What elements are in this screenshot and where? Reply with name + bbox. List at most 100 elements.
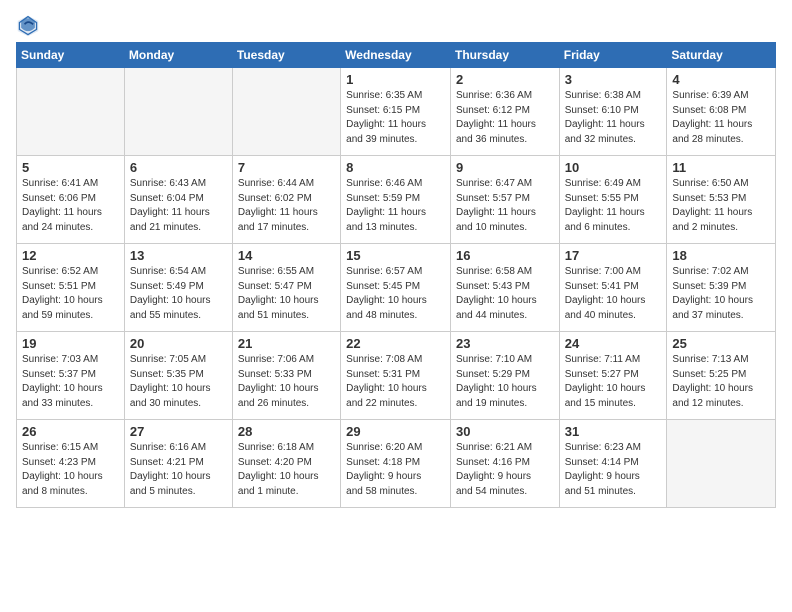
day-info: Sunrise: 6:43 AM Sunset: 6:04 PM Dayligh…	[130, 177, 227, 235]
calendar-cell: 25 Sunrise: 7:13 AM Sunset: 5:25 PM Dayli…	[667, 332, 776, 420]
day-info: Sunrise: 6:47 AM Sunset: 5:57 PM Dayligh…	[456, 177, 554, 235]
calendar-page: SundayMondayTuesdayWednesdayThursdayFrid…	[0, 0, 792, 518]
day-number: 3	[565, 72, 662, 87]
day-info: Sunrise: 7:10 AM Sunset: 5:29 PM Dayligh…	[456, 353, 554, 411]
day-number: 10	[565, 160, 662, 175]
day-number: 24	[565, 336, 662, 351]
day-number: 5	[22, 160, 119, 175]
day-info: Sunrise: 7:02 AM Sunset: 5:39 PM Dayligh…	[672, 265, 770, 323]
calendar-cell: 30 Sunrise: 6:21 AM Sunset: 4:16 PM Dayli…	[450, 420, 559, 508]
week-row-2: 12 Sunrise: 6:52 AM Sunset: 5:51 PM Dayli…	[17, 244, 776, 332]
day-info: Sunrise: 6:50 AM Sunset: 5:53 PM Dayligh…	[672, 177, 770, 235]
day-number: 23	[456, 336, 554, 351]
day-number: 27	[130, 424, 227, 439]
day-info: Sunrise: 6:39 AM Sunset: 6:08 PM Dayligh…	[672, 89, 770, 147]
calendar-cell: 17 Sunrise: 7:00 AM Sunset: 5:41 PM Dayli…	[559, 244, 667, 332]
week-row-1: 5 Sunrise: 6:41 AM Sunset: 6:06 PM Daylig…	[17, 156, 776, 244]
day-number: 19	[22, 336, 119, 351]
calendar-cell: 1 Sunrise: 6:35 AM Sunset: 6:15 PM Daylig…	[341, 68, 451, 156]
calendar-cell: 5 Sunrise: 6:41 AM Sunset: 6:06 PM Daylig…	[17, 156, 125, 244]
week-row-3: 19Sunrise: 7:03 AM Sunset: 5:37 PM Dayli…	[17, 332, 776, 420]
day-number: 14	[238, 248, 335, 263]
logo-icon	[16, 14, 40, 38]
calendar-cell: 31 Sunrise: 6:23 AM Sunset: 4:14 PM Dayli…	[559, 420, 667, 508]
day-number: 29	[346, 424, 445, 439]
calendar-cell	[17, 68, 125, 156]
weekday-header-wednesday: Wednesday	[341, 43, 451, 68]
calendar-cell	[232, 68, 340, 156]
day-info: Sunrise: 6:58 AM Sunset: 5:43 PM Dayligh…	[456, 265, 554, 323]
day-info: Sunrise: 6:57 AM Sunset: 5:45 PM Dayligh…	[346, 265, 445, 323]
calendar-cell: 8 Sunrise: 6:46 AM Sunset: 5:59 PM Daylig…	[341, 156, 451, 244]
week-row-4: 26Sunrise: 6:15 AM Sunset: 4:23 PM Dayli…	[17, 420, 776, 508]
day-number: 12	[22, 248, 119, 263]
day-info: Sunrise: 6:35 AM Sunset: 6:15 PM Dayligh…	[346, 89, 445, 147]
calendar-cell: 15 Sunrise: 6:57 AM Sunset: 5:45 PM Dayli…	[341, 244, 451, 332]
day-number: 22	[346, 336, 445, 351]
day-number: 1	[346, 72, 445, 87]
day-number: 30	[456, 424, 554, 439]
day-number: 18	[672, 248, 770, 263]
day-number: 7	[238, 160, 335, 175]
day-info: Sunrise: 6:54 AM Sunset: 5:49 PM Dayligh…	[130, 265, 227, 323]
day-info: Sunrise: 6:20 AM Sunset: 4:18 PM Dayligh…	[346, 441, 445, 499]
header	[16, 10, 776, 38]
day-info: Sunrise: 6:23 AM Sunset: 4:14 PM Dayligh…	[565, 441, 662, 499]
day-info: Sunrise: 7:06 AM Sunset: 5:33 PM Dayligh…	[238, 353, 335, 411]
calendar-cell: 29 Sunrise: 6:20 AM Sunset: 4:18 PM Dayli…	[341, 420, 451, 508]
day-info: Sunrise: 7:00 AM Sunset: 5:41 PM Dayligh…	[565, 265, 662, 323]
day-number: 31	[565, 424, 662, 439]
weekday-header-monday: Monday	[124, 43, 232, 68]
day-info: Sunrise: 6:38 AM Sunset: 6:10 PM Dayligh…	[565, 89, 662, 147]
calendar-table: SundayMondayTuesdayWednesdayThursdayFrid…	[16, 42, 776, 508]
week-row-0: 1 Sunrise: 6:35 AM Sunset: 6:15 PM Daylig…	[17, 68, 776, 156]
day-number: 9	[456, 160, 554, 175]
day-number: 2	[456, 72, 554, 87]
calendar-cell: 3 Sunrise: 6:38 AM Sunset: 6:10 PM Daylig…	[559, 68, 667, 156]
day-info: Sunrise: 6:41 AM Sunset: 6:06 PM Dayligh…	[22, 177, 119, 235]
calendar-cell	[667, 420, 776, 508]
day-info: Sunrise: 6:49 AM Sunset: 5:55 PM Dayligh…	[565, 177, 662, 235]
weekday-header-tuesday: Tuesday	[232, 43, 340, 68]
day-number: 21	[238, 336, 335, 351]
day-info: Sunrise: 7:13 AM Sunset: 5:25 PM Dayligh…	[672, 353, 770, 411]
day-number: 15	[346, 248, 445, 263]
calendar-cell: 27Sunrise: 6:16 AM Sunset: 4:21 PM Dayli…	[124, 420, 232, 508]
calendar-cell: 2 Sunrise: 6:36 AM Sunset: 6:12 PM Daylig…	[450, 68, 559, 156]
calendar-cell: 11 Sunrise: 6:50 AM Sunset: 5:53 PM Dayli…	[667, 156, 776, 244]
calendar-cell: 9 Sunrise: 6:47 AM Sunset: 5:57 PM Daylig…	[450, 156, 559, 244]
calendar-cell: 4 Sunrise: 6:39 AM Sunset: 6:08 PM Daylig…	[667, 68, 776, 156]
day-info: Sunrise: 6:52 AM Sunset: 5:51 PM Dayligh…	[22, 265, 119, 323]
calendar-cell: 14 Sunrise: 6:55 AM Sunset: 5:47 PM Dayli…	[232, 244, 340, 332]
day-info: Sunrise: 7:05 AM Sunset: 5:35 PM Dayligh…	[130, 353, 227, 411]
day-info: Sunrise: 7:08 AM Sunset: 5:31 PM Dayligh…	[346, 353, 445, 411]
day-number: 11	[672, 160, 770, 175]
day-info: Sunrise: 6:18 AM Sunset: 4:20 PM Dayligh…	[238, 441, 335, 499]
calendar-cell: 19Sunrise: 7:03 AM Sunset: 5:37 PM Dayli…	[17, 332, 125, 420]
day-info: Sunrise: 6:21 AM Sunset: 4:16 PM Dayligh…	[456, 441, 554, 499]
calendar-cell: 7Sunrise: 6:44 AM Sunset: 6:02 PM Daylig…	[232, 156, 340, 244]
day-info: Sunrise: 6:46 AM Sunset: 5:59 PM Dayligh…	[346, 177, 445, 235]
calendar-cell: 23 Sunrise: 7:10 AM Sunset: 5:29 PM Dayli…	[450, 332, 559, 420]
day-info: Sunrise: 6:36 AM Sunset: 6:12 PM Dayligh…	[456, 89, 554, 147]
day-number: 20	[130, 336, 227, 351]
day-info: Sunrise: 7:11 AM Sunset: 5:27 PM Dayligh…	[565, 353, 662, 411]
calendar-cell: 26Sunrise: 6:15 AM Sunset: 4:23 PM Dayli…	[17, 420, 125, 508]
day-info: Sunrise: 6:15 AM Sunset: 4:23 PM Dayligh…	[22, 441, 119, 499]
day-info: Sunrise: 6:55 AM Sunset: 5:47 PM Dayligh…	[238, 265, 335, 323]
weekday-header-saturday: Saturday	[667, 43, 776, 68]
calendar-cell	[124, 68, 232, 156]
calendar-cell: 28 Sunrise: 6:18 AM Sunset: 4:20 PM Dayli…	[232, 420, 340, 508]
calendar-cell: 6Sunrise: 6:43 AM Sunset: 6:04 PM Daylig…	[124, 156, 232, 244]
calendar-cell: 10 Sunrise: 6:49 AM Sunset: 5:55 PM Dayli…	[559, 156, 667, 244]
weekday-header-thursday: Thursday	[450, 43, 559, 68]
calendar-cell: 18 Sunrise: 7:02 AM Sunset: 5:39 PM Dayli…	[667, 244, 776, 332]
day-number: 25	[672, 336, 770, 351]
day-number: 8	[346, 160, 445, 175]
day-number: 17	[565, 248, 662, 263]
day-number: 4	[672, 72, 770, 87]
weekday-header-row: SundayMondayTuesdayWednesdayThursdayFrid…	[17, 43, 776, 68]
calendar-cell: 22 Sunrise: 7:08 AM Sunset: 5:31 PM Dayli…	[341, 332, 451, 420]
day-number: 28	[238, 424, 335, 439]
weekday-header-friday: Friday	[559, 43, 667, 68]
